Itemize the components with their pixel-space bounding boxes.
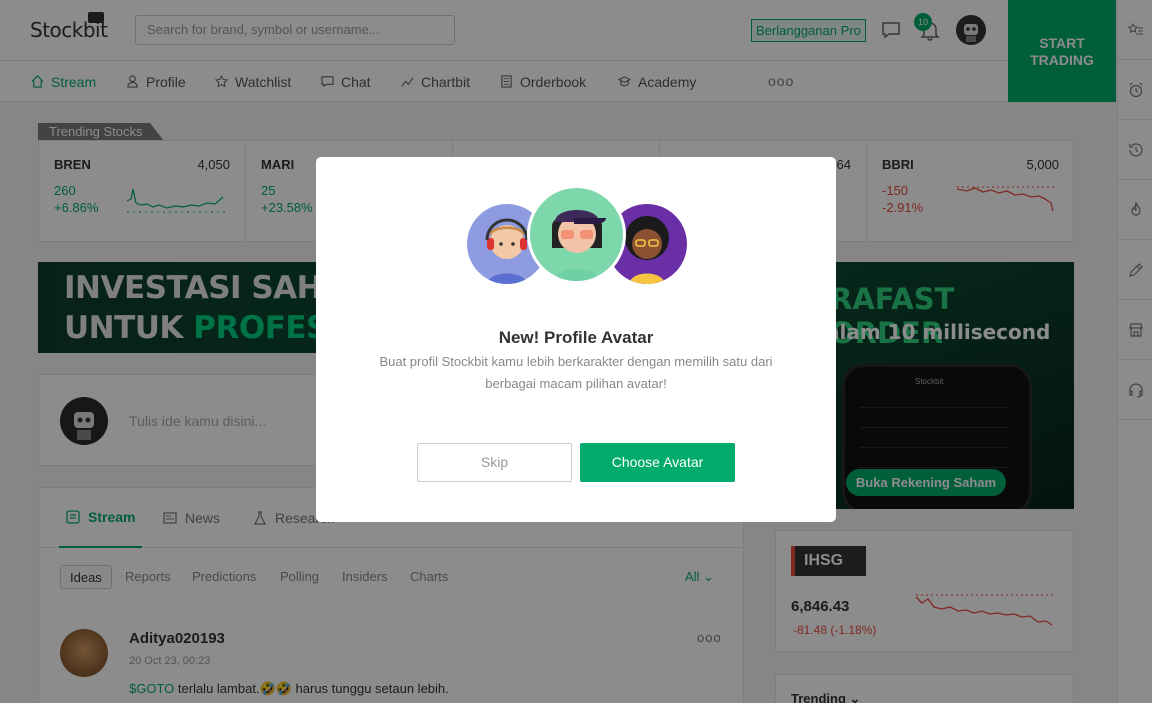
avatar-option-cap bbox=[527, 185, 626, 284]
skip-button[interactable]: Skip bbox=[417, 443, 572, 482]
modal-title: New! Profile Avatar bbox=[498, 328, 654, 347]
profile-avatar-modal: New! Profile Avatar Buat profil Stockbit… bbox=[316, 157, 836, 522]
choose-avatar-button[interactable]: Choose Avatar bbox=[580, 443, 735, 482]
modal-description: Buat profil Stockbit kamu lebih berkarak… bbox=[379, 354, 773, 391]
